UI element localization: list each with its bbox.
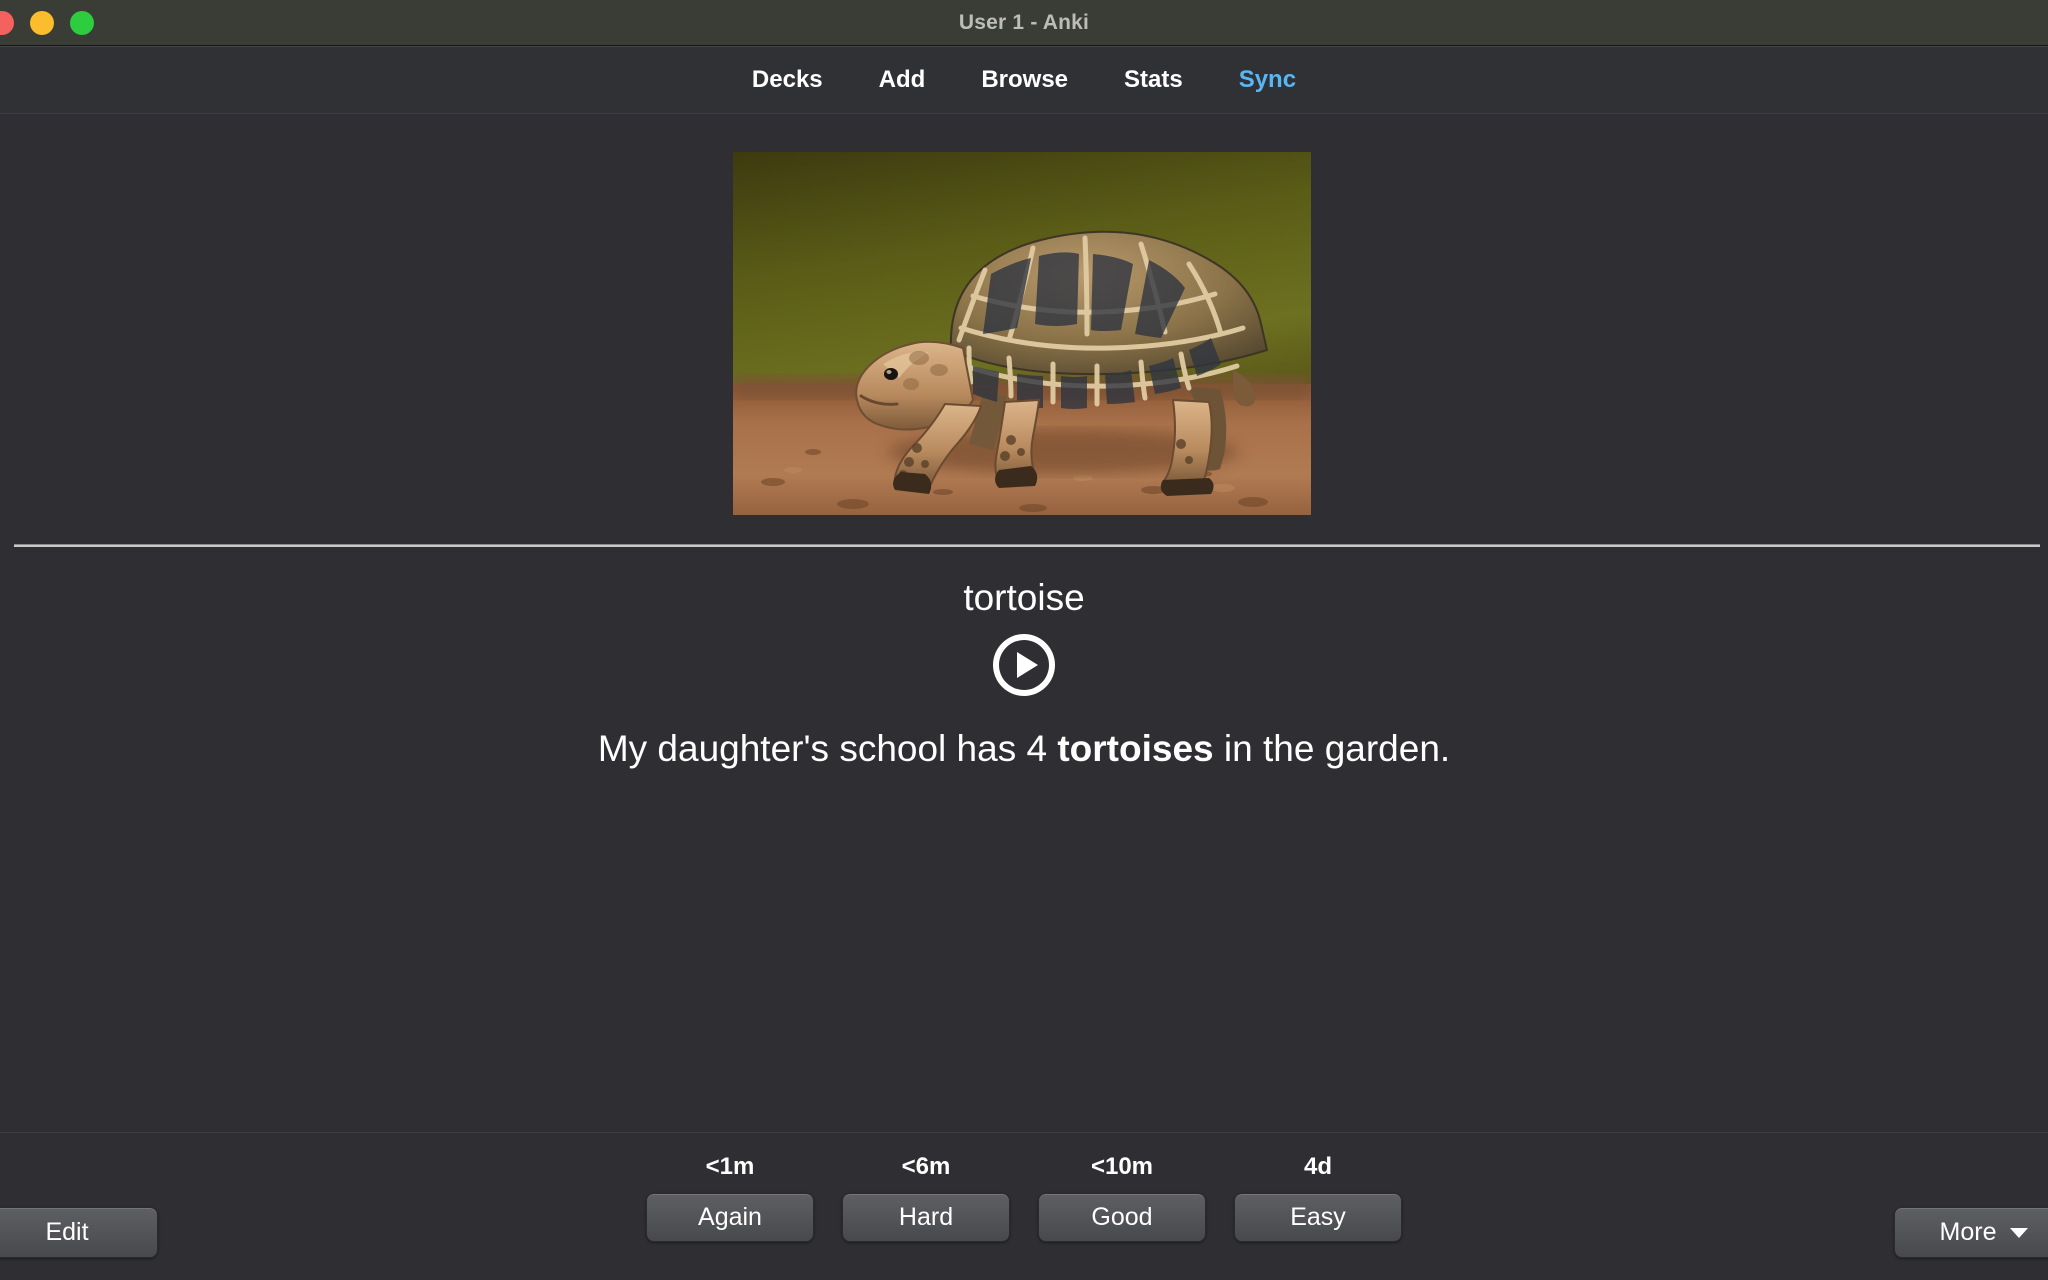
card-divider xyxy=(14,544,2040,547)
close-window-icon[interactable] xyxy=(0,11,14,35)
good-button[interactable]: Good xyxy=(1038,1193,1206,1242)
ease-interval-good: <10m xyxy=(1090,1153,1154,1180)
ease-interval-easy: 4d xyxy=(1303,1153,1332,1180)
main-nav: Decks Add Browse Stats Sync xyxy=(0,46,2048,114)
chevron-down-icon xyxy=(2010,1227,2029,1238)
maximize-window-icon[interactable] xyxy=(70,11,94,35)
ease-column-hard: <6m Hard xyxy=(842,1153,1010,1242)
ease-buttons-group: <1m Again <6m Hard <10m Good 4d Easy xyxy=(0,1133,2048,1280)
more-button-label: More xyxy=(1939,1218,1997,1246)
sentence-prefix: My daughter's school has 4 xyxy=(597,727,1058,769)
ease-column-easy: 4d Easy xyxy=(1234,1153,1402,1242)
again-button[interactable]: Again xyxy=(646,1193,814,1242)
card-sentence: My daughter's school has 4 tortoises in … xyxy=(0,726,2048,772)
hard-button[interactable]: Hard xyxy=(842,1193,1010,1242)
nav-item-sync[interactable]: Sync xyxy=(1211,60,1324,100)
ease-interval-hard: <6m xyxy=(901,1153,951,1180)
play-icon xyxy=(999,639,1049,690)
minimize-window-icon[interactable] xyxy=(30,11,54,35)
sentence-suffix: in the garden. xyxy=(1213,727,1451,769)
anki-window: User 1 - Anki Decks Add Browse Stats Syn… xyxy=(0,0,2048,1280)
card-answer: tortoise My daughter's school has 4 tort… xyxy=(0,562,2048,772)
ease-column-good: <10m Good xyxy=(1038,1153,1206,1242)
nav-item-decks[interactable]: Decks xyxy=(724,60,851,100)
card-word: tortoise xyxy=(963,577,1085,618)
nav-item-add[interactable]: Add xyxy=(851,60,954,100)
window-title: User 1 - Anki xyxy=(958,10,1090,34)
bottom-bar: Edit <1m Again <6m Hard <10m Good 4d Eas… xyxy=(0,1132,2048,1280)
play-triangle-icon xyxy=(1017,651,1038,678)
nav-item-stats[interactable]: Stats xyxy=(1096,60,1211,100)
play-audio-button[interactable] xyxy=(993,633,1055,696)
sentence-keyword: tortoises xyxy=(1057,727,1214,769)
ease-interval-again: <1m xyxy=(705,1153,755,1180)
ease-column-again: <1m Again xyxy=(646,1153,814,1242)
more-button[interactable]: More xyxy=(1894,1207,2048,1258)
card-image xyxy=(733,152,1311,515)
traffic-lights xyxy=(0,0,94,46)
nav-item-browse[interactable]: Browse xyxy=(953,60,1096,100)
title-bar: User 1 - Anki xyxy=(0,0,2048,46)
easy-button[interactable]: Easy xyxy=(1234,1193,1402,1242)
card-reviewer: tortoise My daughter's school has 4 tort… xyxy=(0,114,2048,1132)
